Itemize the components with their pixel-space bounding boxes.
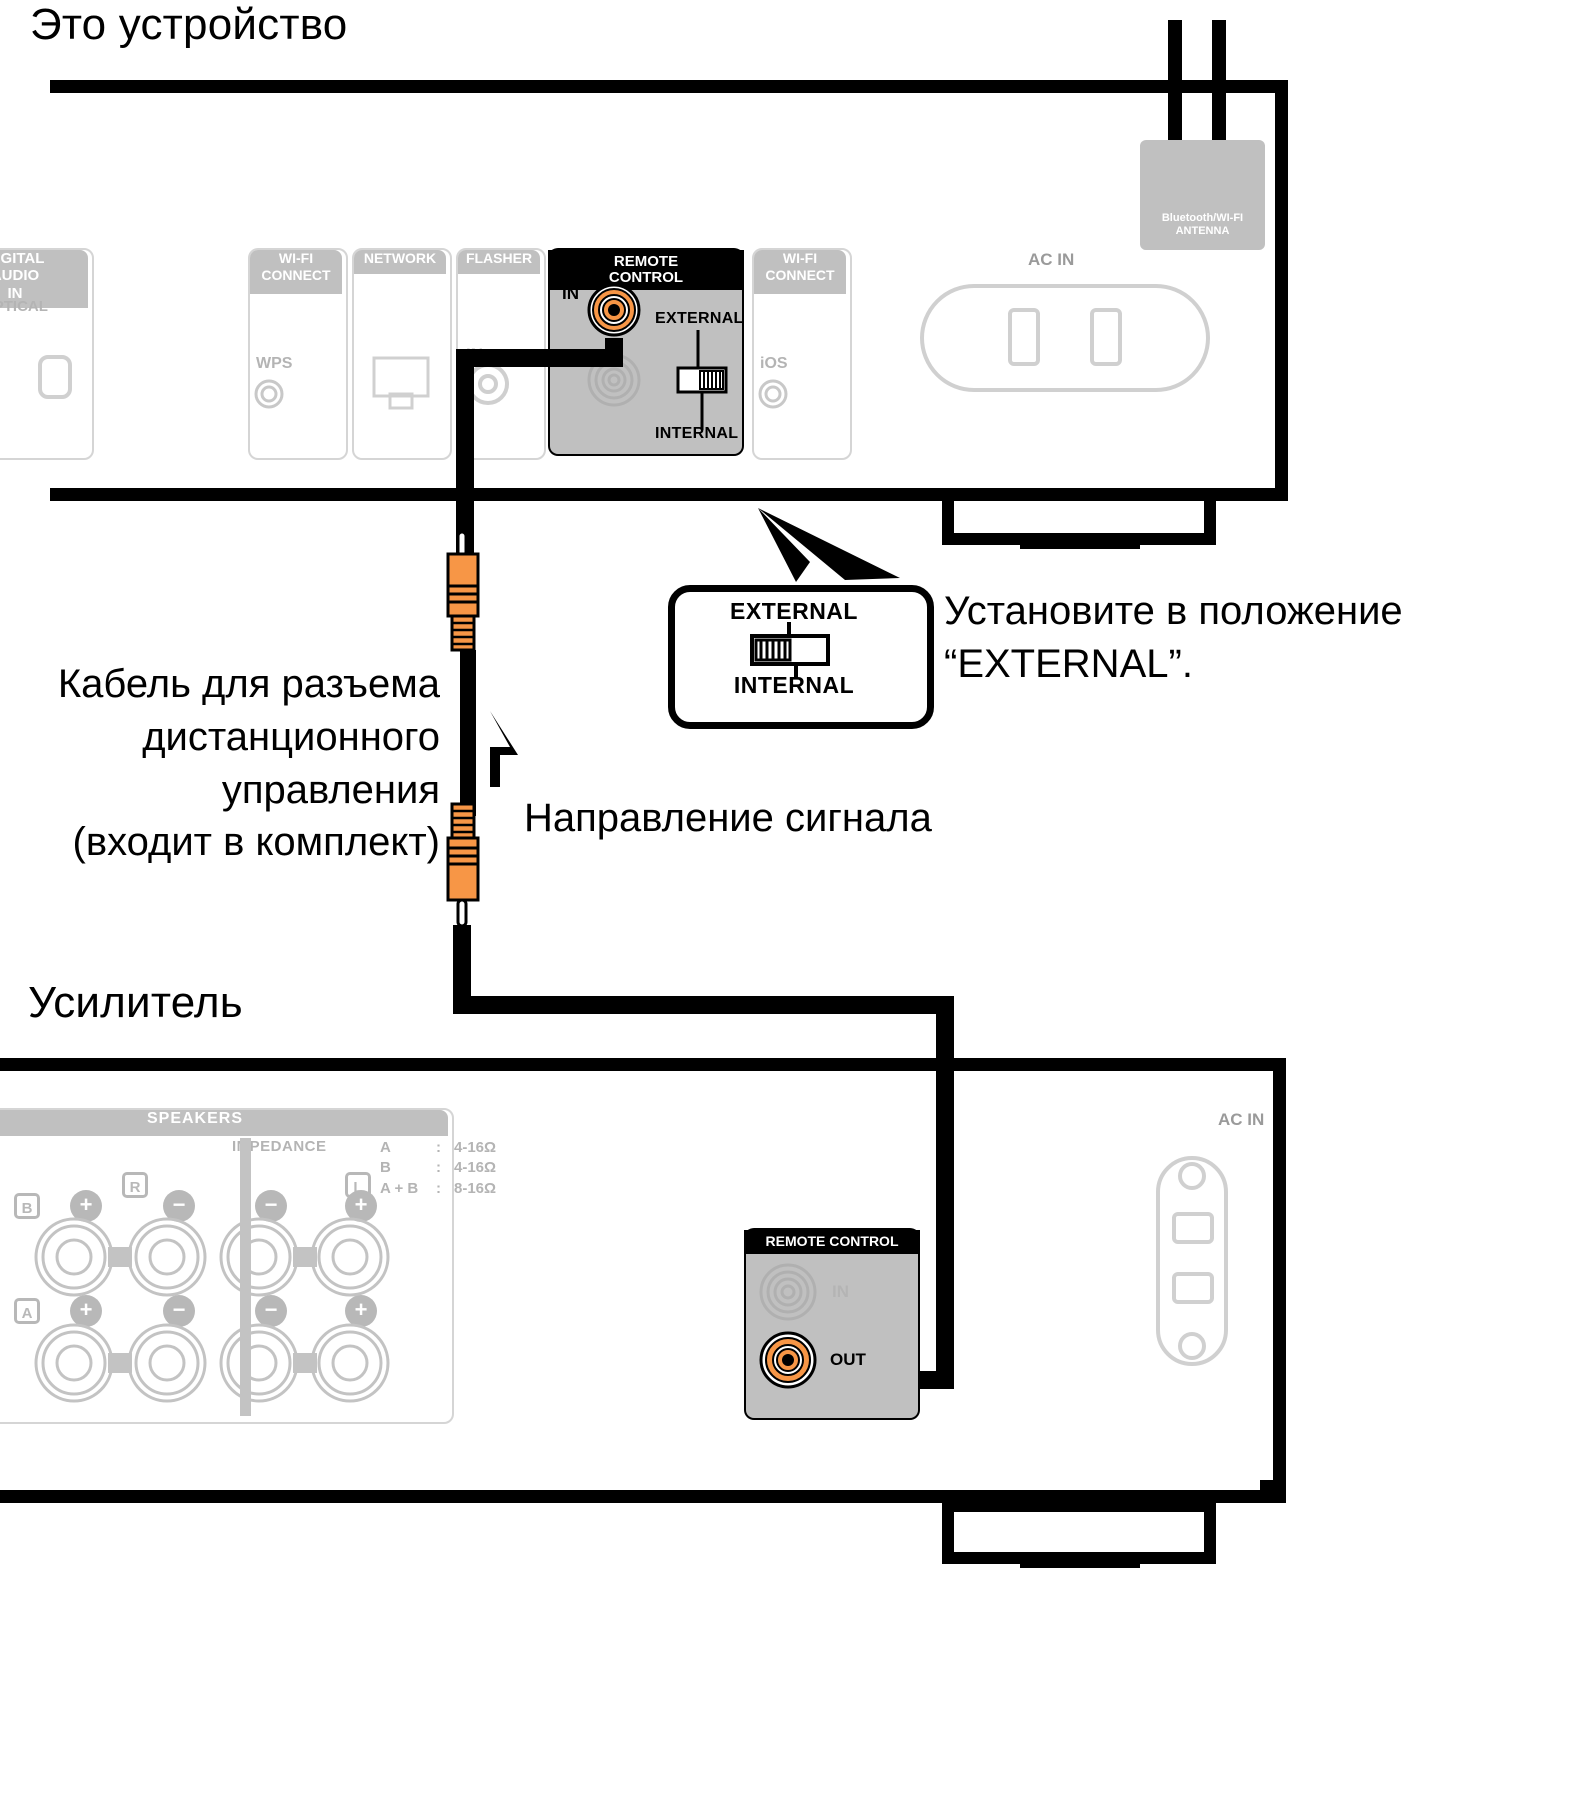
device-switch-external-label: EXTERNAL <box>655 310 744 327</box>
device-rc-header-line-1: REMOTE <box>613 252 679 270</box>
optical-label: OPTICAL <box>0 298 48 315</box>
impedance-row: A : 4-16Ω <box>380 1138 496 1158</box>
impedance-row: A + B : 8-16Ω <box>380 1179 496 1199</box>
impedance-row-2-sep: : <box>436 1179 441 1197</box>
wifi-connect-left-header-line-2: CONNECT <box>261 266 331 283</box>
impedance-row-0-channel: A <box>380 1139 391 1156</box>
ios-button-icon[interactable] <box>757 378 791 412</box>
antenna-label: Bluetooth/WI-FI ANTENNA <box>1140 212 1265 237</box>
amplifier-rc-out-jack[interactable] <box>758 1330 818 1390</box>
speakers-divider <box>240 1138 251 1416</box>
signal-direction-arrow-icon <box>490 711 518 787</box>
impedance-row-1-channel: B <box>380 1159 391 1177</box>
wifi-connect-left-header: WI-FI CONNECT <box>250 250 342 283</box>
instruction-line-2: “EXTERNAL”. <box>944 641 1193 686</box>
impedance-row-0-sep: : <box>436 1139 441 1156</box>
wps-label: WPS <box>256 355 293 372</box>
instruction-text: Установите в положение “EXTERNAL”. <box>944 585 1564 691</box>
antenna-label-line-1: Bluetooth/WI-FI <box>1161 212 1244 224</box>
signal-direction-label: Направление сигнала <box>524 796 932 840</box>
wifi-connect-right-header: WI-FI CONNECT <box>754 250 846 283</box>
ethernet-port-icon <box>372 356 430 410</box>
callout-external-label: EXTERNAL <box>730 598 858 624</box>
network-header: NETWORK <box>363 250 437 266</box>
rca-plug-lower <box>446 802 480 928</box>
impedance-row-1-sep: : <box>436 1159 441 1177</box>
amplifier-ac-inlet <box>1156 1156 1228 1366</box>
amplifier-rc-out-label: OUT <box>830 1350 866 1369</box>
digital-audio-in-header: DIGITAL AUDIO IN <box>0 250 88 302</box>
antenna-label-line-2: ANTENNA <box>1175 224 1230 237</box>
digital-audio-in-header-line-2: AUDIO <box>0 267 40 285</box>
impedance-row-1-value: 4-16Ω <box>454 1159 497 1177</box>
wifi-connect-right-header-line-2: CONNECT <box>765 266 835 283</box>
page-title-amplifier: Усилитель <box>28 978 243 1027</box>
device-ac-in-label: AC IN <box>1028 250 1075 269</box>
device-stand <box>942 489 1216 549</box>
ios-label: iOS <box>760 355 788 372</box>
optical-jack-icon <box>38 355 72 399</box>
amplifier-ac-in-label: AC IN <box>1218 1110 1265 1129</box>
impedance-rows: A : 4-16Ω B : 4-16Ω A + B : 8-16Ω <box>380 1138 496 1199</box>
amplifier-rc-in-label: IN <box>832 1282 849 1301</box>
cable-caption-line-3: управления <box>221 767 440 812</box>
impedance-row-2-channel: A + B <box>380 1179 419 1197</box>
speakers-header: SPEAKERS <box>146 1110 244 1127</box>
amplifier-rc-in-jack[interactable] <box>758 1262 818 1322</box>
network-panel <box>352 248 452 460</box>
cable-caption-line-4: (входит в комплект) <box>72 820 441 865</box>
amplifier-remote-control-header: REMOTE CONTROL <box>744 1230 920 1254</box>
rca-plug-upper <box>446 530 480 652</box>
device-ac-inlet <box>920 284 1210 392</box>
cable-caption: Кабель для разъема дистанционного управл… <box>20 658 440 869</box>
impedance-row-2-value: 8-16Ω <box>454 1179 497 1197</box>
amplifier-bottom-corner <box>1260 1480 1286 1496</box>
callout-external-internal-switch <box>750 622 830 678</box>
instruction-line-1: Установите в положение <box>944 589 1403 633</box>
cable-caption-line-2: дистанционного <box>142 714 440 759</box>
digital-audio-in-header-line-1: DIGITAL <box>0 250 45 267</box>
wifi-connect-right-header-line-1: WI-FI <box>782 250 818 266</box>
impedance-row-0-value: 4-16Ω <box>454 1139 497 1156</box>
wifi-connect-left-header-line-1: WI-FI <box>278 250 314 266</box>
device-external-internal-switch[interactable] <box>664 330 734 430</box>
wps-button-icon[interactable] <box>253 378 287 412</box>
cable-caption-line-1: Кабель для разъема <box>57 662 440 706</box>
amplifier-stand <box>942 1500 1216 1568</box>
impedance-row: B : 4-16Ω <box>380 1158 496 1178</box>
speakers-channel-r: R <box>122 1172 148 1198</box>
speaker-binding-posts[interactable] <box>20 1215 440 1430</box>
flasher-header: FLASHER <box>465 250 533 266</box>
